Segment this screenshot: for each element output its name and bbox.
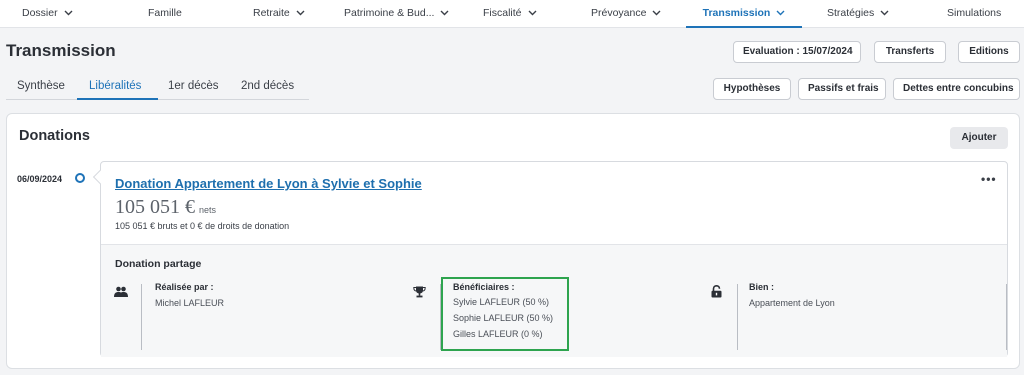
chevron-down-icon <box>296 0 305 26</box>
page-title: Transmission <box>6 41 116 60</box>
users-icon <box>114 285 128 303</box>
timeline-dot <box>75 173 85 183</box>
passifs-et-frais-button[interactable]: Passifs et frais <box>798 78 886 100</box>
amount-value: 105 051 € <box>115 196 195 218</box>
donation-detail: 105 051 € bruts et 0 € de droits de dona… <box>115 221 290 231</box>
active-tab-indicator <box>77 98 158 100</box>
tab-liberalites[interactable]: Libéralités <box>89 80 141 92</box>
lock-icon <box>711 284 722 303</box>
editions-button[interactable]: Editions <box>958 41 1020 63</box>
bien-label: Bien : <box>749 282 775 292</box>
nav-item-patrimoine[interactable]: Patrimoine & Bud... <box>344 0 449 28</box>
amount-suffix: nets <box>199 205 217 215</box>
realisee-par-value: Michel LAFLEUR <box>155 298 225 308</box>
beneficiaires-highlight <box>441 277 569 351</box>
trophy-icon <box>413 285 426 303</box>
nav-item-label: Fiscalité <box>483 7 522 19</box>
chevron-down-icon <box>652 0 661 26</box>
column-divider <box>737 284 738 350</box>
donation-amount: 105 051 € nets <box>115 196 216 219</box>
nav-item-label: Transmission <box>702 7 771 19</box>
nav-item-prevoyance[interactable]: Prévoyance <box>591 0 661 28</box>
add-button[interactable]: Ajouter <box>950 127 1008 149</box>
nav-item-label: Prévoyance <box>591 7 647 19</box>
donation-item: Donation Appartement de Lyon à Sylvie et… <box>92 161 1008 357</box>
nav-item-strategies[interactable]: Stratégies <box>827 0 889 28</box>
chevron-down-icon <box>880 0 889 26</box>
chevron-down-icon <box>776 0 785 26</box>
column-divider <box>141 284 142 350</box>
realisee-par-label: Réalisée par : <box>155 282 214 292</box>
chevron-down-icon <box>440 0 449 26</box>
donations-title: Donations <box>19 128 90 144</box>
chevron-down-icon <box>64 0 73 26</box>
nav-item-label: Simulations <box>947 7 1002 19</box>
nav-item-famille[interactable]: Famille <box>148 0 182 28</box>
tab-synthese[interactable]: Synthèse <box>17 80 65 92</box>
nav-item-dossier[interactable]: Dossier <box>22 0 73 28</box>
top-navigation: Dossier Famille Retraite Patrimoine & Bu… <box>0 0 1024 28</box>
nav-item-label: Patrimoine & Bud... <box>344 7 435 19</box>
dettes-entre-concubins-button[interactable]: Dettes entre concubins <box>893 78 1020 100</box>
more-options-icon[interactable]: ••• <box>981 172 997 186</box>
donation-title-link[interactable]: Donation Appartement de Lyon à Sylvie et… <box>115 176 422 191</box>
donations-card: Donations Ajouter 06/09/2024 Donation Ap… <box>6 113 1020 369</box>
hypotheses-button[interactable]: Hypothèses <box>713 78 791 100</box>
nav-item-label: Famille <box>148 7 182 19</box>
donation-type: Donation partage <box>115 258 202 270</box>
column-divider <box>1006 284 1007 350</box>
subtabs: Synthèse Libéralités 1er décès 2nd décès <box>6 76 309 100</box>
evaluation-button[interactable]: Evaluation : 15/07/2024 <box>733 41 861 63</box>
nav-item-fiscalite[interactable]: Fiscalité <box>483 0 537 28</box>
timeline-date: 06/09/2024 <box>17 174 63 184</box>
timeline-pointer <box>92 169 108 185</box>
chevron-down-icon <box>528 0 537 26</box>
nav-item-transmission[interactable]: Transmission <box>686 0 802 28</box>
transferts-button[interactable]: Transferts <box>874 41 946 63</box>
tab-1er-deces[interactable]: 1er décès <box>168 80 219 92</box>
tab-2nd-deces[interactable]: 2nd décès <box>241 80 294 92</box>
nav-item-simulations[interactable]: Simulations <box>947 0 1001 28</box>
bien-value: Appartement de Lyon <box>749 298 835 308</box>
nav-item-retraite[interactable]: Retraite <box>253 0 305 28</box>
donation-details-panel: Donation partage Réalisée par : Michel L… <box>101 244 1007 357</box>
nav-item-label: Retraite <box>253 7 290 19</box>
nav-item-label: Stratégies <box>827 7 875 19</box>
nav-item-label: Dossier <box>22 7 58 19</box>
